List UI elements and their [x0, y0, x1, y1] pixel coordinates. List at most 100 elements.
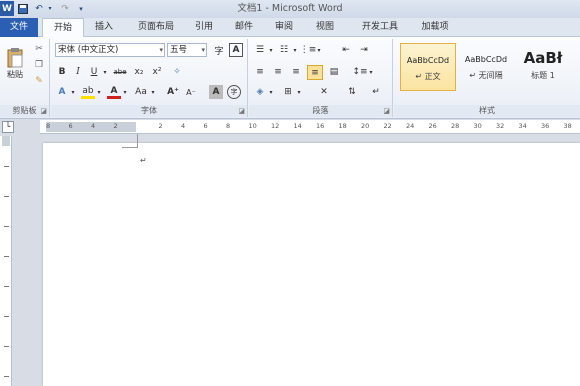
chinese-layout-icon[interactable]: ✕: [317, 85, 331, 99]
phonetic-guide-button[interactable]: 字: [211, 43, 227, 57]
distributed-icon[interactable]: ▤: [327, 65, 341, 79]
tab-mailings[interactable]: 邮件: [228, 18, 260, 37]
tab-file[interactable]: 文件: [0, 18, 38, 37]
horizontal-ruler[interactable]: 8 6 4 2 2 4 6 8 10 12 14 16 18 20 22 24 26 28 30 32 34 36 38: [40, 120, 580, 134]
paragraph-group: ☰ ▾ ☷ ▾ ⋮≡ ▾ ⇤ ⇥ ≡ ≡ ≡ ≡ ▤ ↕≡ ▾ ◈ ▾ ⊞ ▾ …: [249, 39, 393, 117]
decrease-indent-icon[interactable]: ⇤: [339, 43, 353, 57]
ruler-number: 34: [518, 122, 527, 130]
ruler-number: 18: [338, 122, 347, 130]
enclose-characters-icon[interactable]: 字: [227, 85, 241, 99]
line-spacing-icon[interactable]: ↕≡: [352, 65, 367, 79]
clipboard-launcher-icon[interactable]: ◪: [40, 107, 47, 115]
underline-button[interactable]: U: [87, 65, 101, 79]
style-heading-1[interactable]: AaBł 标题 1: [516, 43, 570, 91]
style-no-spacing[interactable]: AaBbCcDd ↵ 无间隔: [458, 43, 514, 91]
ruler-number: 4: [91, 122, 96, 130]
font-launcher-icon[interactable]: ◪: [238, 107, 245, 115]
borders-icon[interactable]: ⊞: [281, 85, 295, 99]
cut-icon[interactable]: ✂: [32, 43, 46, 55]
numbering-icon[interactable]: ☷: [277, 43, 291, 57]
style-normal[interactable]: AaBbCcDd ↵ 正文: [400, 43, 456, 91]
tab-developer[interactable]: 开发工具: [352, 18, 408, 37]
ruler-number: 14: [293, 122, 302, 130]
tab-selector-button[interactable]: └: [2, 121, 14, 133]
change-case-button[interactable]: Aa: [133, 85, 149, 99]
paste-button[interactable]: 粘贴: [2, 41, 28, 85]
italic-button[interactable]: I: [71, 65, 85, 79]
line-spacing-dropdown-icon[interactable]: ▾: [367, 65, 375, 79]
ruler-number: 22: [383, 122, 392, 130]
tab-review[interactable]: 审阅: [268, 18, 300, 37]
character-shading-button[interactable]: A: [209, 85, 223, 99]
paragraph-mark-icon: ↵: [140, 156, 147, 165]
ruler-tick: [4, 316, 9, 317]
font-size-combo[interactable]: 五号 ▾: [167, 43, 207, 57]
grow-font-button[interactable]: A⁺: [165, 85, 181, 99]
shrink-font-button[interactable]: A⁻: [183, 85, 199, 99]
format-painter-icon[interactable]: ✎: [32, 75, 46, 87]
underline-dropdown-icon[interactable]: ▾: [101, 65, 109, 79]
ruler-number: 12: [271, 122, 280, 130]
styles-group-label: 样式: [394, 105, 580, 117]
tab-references[interactable]: 引用: [188, 18, 220, 37]
paragraph-launcher-icon[interactable]: ◪: [383, 107, 390, 115]
justify-icon[interactable]: ≡: [307, 65, 323, 80]
change-case-dropdown-icon[interactable]: ▾: [149, 85, 157, 99]
tab-home[interactable]: 开始: [42, 18, 84, 38]
tab-insert[interactable]: 插入: [86, 18, 122, 37]
text-effects-icon[interactable]: A: [55, 85, 69, 99]
bold-button[interactable]: B: [55, 65, 69, 79]
ruler-number: 24: [406, 122, 415, 130]
style-sample: AaBbCcDd: [406, 56, 450, 65]
shading-icon[interactable]: ◈: [253, 85, 267, 99]
margin-corner-mark: [137, 134, 138, 148]
tab-view[interactable]: 视图: [308, 18, 342, 37]
ribbon: 粘贴 ✂ ❐ ✎ 剪贴板 ◪ 宋体 (中文正文) ▾ 五号 ▾ 字 A B I U …: [0, 37, 580, 119]
style-name: ↵ 正文: [415, 72, 441, 81]
ruler-number: 28: [451, 122, 460, 130]
font-name-combo[interactable]: 宋体 (中文正文) ▾: [55, 43, 165, 57]
borders-dropdown-icon[interactable]: ▾: [295, 85, 303, 99]
strikethrough-button[interactable]: abe: [111, 65, 129, 79]
clear-formatting-icon[interactable]: ✧: [169, 65, 185, 79]
tab-page-layout[interactable]: 页面布局: [128, 18, 184, 37]
ruler-number: 6: [203, 122, 208, 130]
ruler-number: 30: [473, 122, 482, 130]
font-color-dropdown-icon[interactable]: ▾: [121, 85, 129, 99]
subscript-button[interactable]: x₂: [131, 65, 147, 79]
paste-label: 粘贴: [7, 69, 23, 79]
character-border-button[interactable]: A: [229, 43, 243, 57]
show-marks-icon[interactable]: ↵: [369, 85, 383, 99]
top-margin-shade: [2, 136, 10, 146]
shading-dropdown-icon[interactable]: ▾: [267, 85, 275, 99]
sort-icon[interactable]: ⇅: [345, 85, 359, 99]
align-left-icon[interactable]: ≡: [253, 65, 267, 79]
document-page[interactable]: [43, 143, 580, 386]
highlight-icon[interactable]: ab: [81, 85, 95, 99]
ruler-number: 16: [316, 122, 325, 130]
align-center-icon[interactable]: ≡: [271, 65, 285, 79]
bullets-dropdown-icon[interactable]: ▾: [267, 43, 275, 57]
text-effects-dropdown-icon[interactable]: ▾: [69, 85, 77, 99]
ruler-number: 38: [563, 122, 572, 130]
font-group: 宋体 (中文正文) ▾ 五号 ▾ 字 A B I U ▾ abe x₂ x² ✧ A…: [51, 39, 248, 117]
ruler-tick: [4, 376, 9, 377]
bullets-icon[interactable]: ☰: [253, 43, 267, 57]
vertical-ruler[interactable]: [0, 136, 12, 386]
font-color-icon[interactable]: A: [107, 85, 121, 99]
ruler-number: 36: [541, 122, 550, 130]
align-right-icon[interactable]: ≡: [289, 65, 303, 79]
style-name: 标题 1: [531, 71, 555, 80]
margin-corner-mark: [122, 147, 138, 148]
chevron-down-icon: ▾: [159, 46, 163, 54]
highlight-dropdown-icon[interactable]: ▾: [95, 85, 103, 99]
multilevel-dropdown-icon[interactable]: ▾: [315, 43, 323, 57]
superscript-button[interactable]: x²: [149, 65, 165, 79]
chevron-down-icon: ▾: [201, 46, 205, 54]
increase-indent-icon[interactable]: ⇥: [357, 43, 371, 57]
copy-icon[interactable]: ❐: [32, 59, 46, 71]
ruler-number: 26: [428, 122, 437, 130]
tab-addins[interactable]: 加载项: [414, 18, 456, 37]
numbering-dropdown-icon[interactable]: ▾: [291, 43, 299, 57]
multilevel-list-icon[interactable]: ⋮≡: [300, 43, 317, 57]
